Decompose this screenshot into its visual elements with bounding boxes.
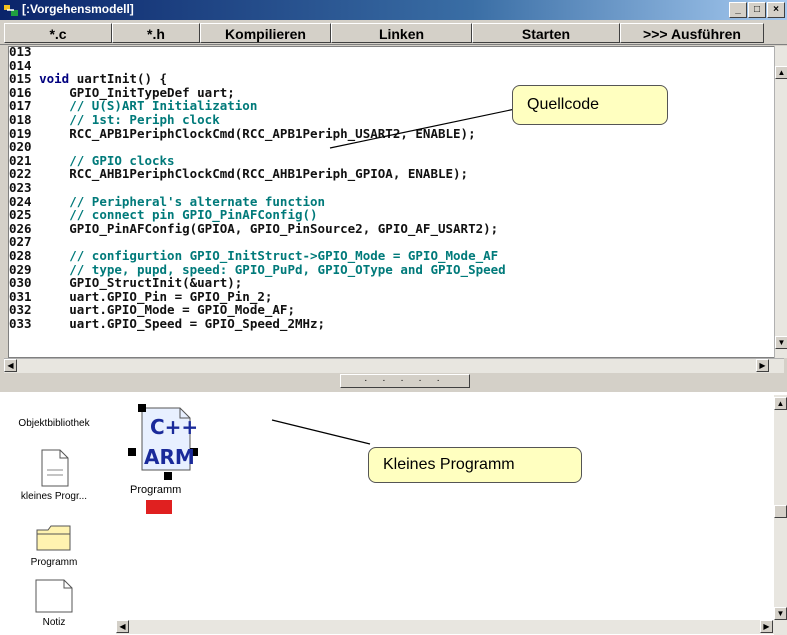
- quellcode-leader-line: [329, 107, 521, 149]
- callout-quellcode: Quellcode: [512, 85, 668, 125]
- callout-kleines-programm: Kleines Programm: [368, 447, 582, 483]
- programm-leader-line: [271, 419, 371, 445]
- callout-leader-lines: [271, 107, 521, 445]
